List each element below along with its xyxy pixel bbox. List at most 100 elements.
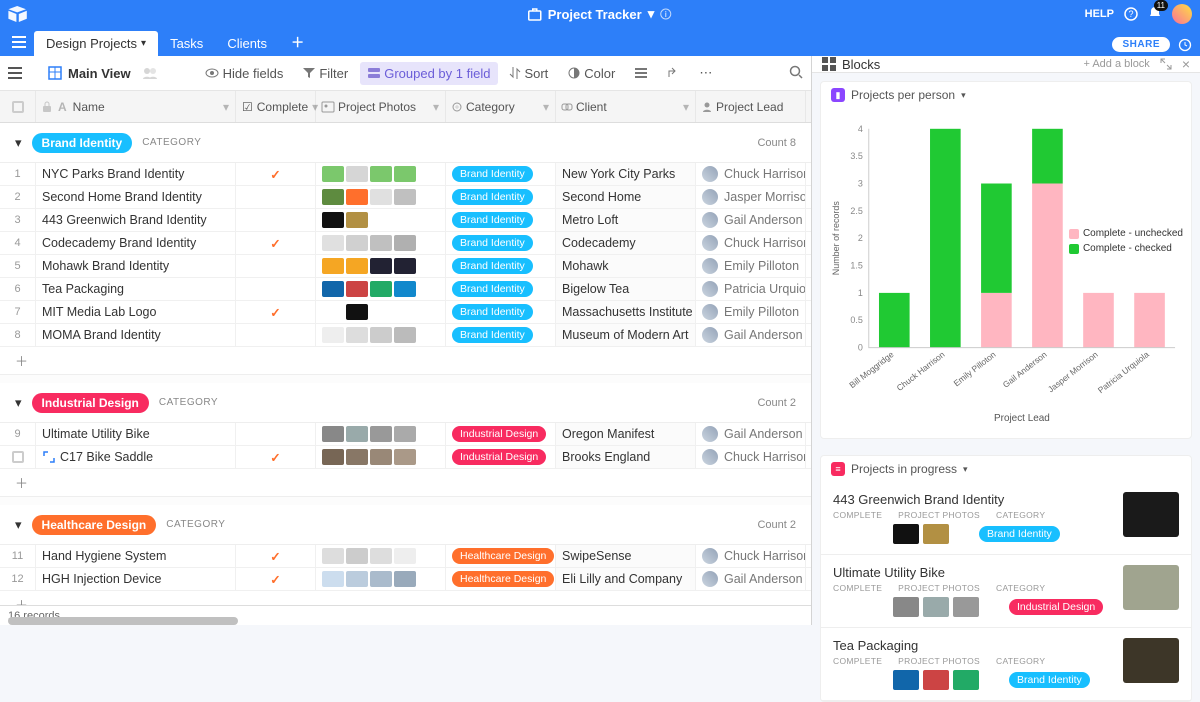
table-row[interactable]: 11 Hand Hygiene System ✓ Healthcare Desi… [0, 545, 811, 568]
photo-thumb[interactable] [370, 548, 392, 564]
photo-thumb[interactable] [322, 235, 344, 251]
user-avatar[interactable] [1172, 4, 1192, 24]
cell-category[interactable]: Industrial Design [446, 423, 556, 445]
cell-photos[interactable] [316, 255, 446, 277]
photo-thumb[interactable] [370, 281, 392, 297]
cell-category[interactable]: Healthcare Design [446, 568, 556, 590]
select-all-checkbox[interactable] [12, 101, 24, 113]
cell-photos[interactable] [316, 232, 446, 254]
tab-design-projects[interactable]: Design Projects▾ [34, 31, 158, 56]
cell-lead[interactable]: Patricia Urquiola [696, 278, 806, 300]
photo-thumb[interactable] [346, 327, 368, 343]
cell-photos[interactable] [316, 209, 446, 231]
rows-container[interactable]: ▾Brand IdentityCATEGORYCount 8 1 NYC Par… [0, 123, 811, 605]
cell-category[interactable]: Brand Identity [446, 301, 556, 323]
row-number[interactable]: 8 [0, 324, 36, 346]
notifications-button[interactable]: 11 [1148, 6, 1162, 23]
horizontal-scrollbar[interactable] [8, 617, 238, 625]
progress-item[interactable]: Tea Packaging COMPLETEPROJECT PHOTOSCATE… [821, 628, 1191, 701]
cell-category[interactable]: Brand Identity [446, 278, 556, 300]
expand-record-icon[interactable] [42, 450, 56, 464]
cell-photos[interactable] [316, 423, 446, 445]
group-header[interactable]: ▾Industrial DesignCATEGORYCount 2 [0, 383, 811, 423]
progress-block-title[interactable]: Projects in progress [851, 462, 957, 476]
photo-thumb[interactable] [322, 426, 344, 442]
more-button[interactable]: ⋯ [691, 61, 720, 85]
cell-client[interactable]: Brooks England [556, 446, 696, 468]
photo-thumb[interactable] [394, 235, 416, 251]
hide-fields-button[interactable]: Hide fields [197, 62, 292, 85]
photo-thumb[interactable] [322, 571, 344, 587]
add-block-button[interactable]: + Add a block [1083, 58, 1149, 70]
photo-thumb[interactable] [370, 235, 392, 251]
photo-thumb[interactable] [322, 258, 344, 274]
photo-thumb[interactable] [394, 189, 416, 205]
views-list-icon[interactable] [8, 67, 22, 79]
tab-tasks[interactable]: Tasks [158, 31, 215, 56]
column-lead[interactable]: Project Lead [696, 91, 806, 122]
cell-category[interactable]: Brand Identity [446, 209, 556, 231]
add-row-button[interactable]: ＋ [0, 347, 811, 375]
cell-lead[interactable]: Chuck Harrison [696, 232, 806, 254]
cell-name[interactable]: Second Home Brand Identity [36, 186, 236, 208]
photo-thumb[interactable] [370, 258, 392, 274]
cell-photos[interactable] [316, 301, 446, 323]
table-row[interactable]: 6 Tea Packaging Brand Identity Bigelow T… [0, 278, 811, 301]
cell-complete[interactable] [236, 324, 316, 346]
add-table-button[interactable]: ＋ [279, 27, 316, 56]
color-button[interactable]: Color [560, 62, 623, 85]
group-button[interactable]: Grouped by 1 field [360, 62, 498, 85]
photo-thumb[interactable] [346, 189, 368, 205]
cell-lead[interactable]: Chuck Harrison [696, 545, 806, 567]
cell-category[interactable]: Brand Identity [446, 163, 556, 185]
cell-name[interactable]: NYC Parks Brand Identity [36, 163, 236, 185]
table-row[interactable]: C17 Bike Saddle ✓ Industrial Design Broo… [0, 446, 811, 469]
expand-icon[interactable] [1160, 58, 1172, 70]
menu-button[interactable] [8, 31, 30, 53]
table-row[interactable]: 5 Mohawk Brand Identity Brand Identity M… [0, 255, 811, 278]
collapse-icon[interactable]: ▾ [15, 135, 22, 151]
cell-photos[interactable] [316, 324, 446, 346]
photo-thumb[interactable] [322, 327, 344, 343]
cell-complete[interactable] [236, 255, 316, 277]
cell-name[interactable]: Codecademy Brand Identity [36, 232, 236, 254]
cell-photos[interactable] [316, 545, 446, 567]
cell-lead[interactable]: Gail Anderson [696, 423, 806, 445]
cell-lead[interactable]: Chuck Harrison [696, 163, 806, 185]
cell-client[interactable]: New York City Parks [556, 163, 696, 185]
history-icon[interactable] [1178, 38, 1192, 52]
photo-thumb[interactable] [346, 304, 368, 320]
column-name[interactable]: A Name▾ [36, 91, 236, 122]
table-row[interactable]: 8 MOMA Brand Identity Brand Identity Mus… [0, 324, 811, 347]
chevron-down-icon[interactable]: ▾ [961, 90, 966, 101]
sort-button[interactable]: Sort [502, 62, 556, 85]
photo-thumb[interactable] [370, 449, 392, 465]
photo-thumb[interactable] [394, 571, 416, 587]
cell-complete[interactable] [236, 278, 316, 300]
cell-lead[interactable]: Gail Anderson [696, 568, 806, 590]
photo-thumb[interactable] [346, 426, 368, 442]
photo-thumb[interactable] [394, 449, 416, 465]
photo-thumb[interactable] [322, 449, 344, 465]
view-name[interactable]: Main View [48, 66, 131, 81]
column-client[interactable]: Client▾ [556, 91, 696, 122]
workspace-title[interactable]: Project Tracker ▾ i [528, 6, 672, 22]
photo-thumb[interactable] [394, 548, 416, 564]
cell-client[interactable]: Second Home [556, 186, 696, 208]
cell-client[interactable]: Oregon Manifest [556, 423, 696, 445]
cell-category[interactable]: Healthcare Design [446, 545, 556, 567]
photo-thumb[interactable] [346, 449, 368, 465]
row-number[interactable] [0, 446, 36, 468]
cell-lead[interactable]: Emily Pilloton [696, 301, 806, 323]
cell-name[interactable]: Tea Packaging [36, 278, 236, 300]
column-category[interactable]: Category▾ [446, 91, 556, 122]
photo-thumb[interactable] [394, 426, 416, 442]
photo-thumb[interactable] [394, 327, 416, 343]
cell-complete[interactable]: ✓ [236, 568, 316, 590]
help-icon[interactable]: ? [1124, 7, 1138, 21]
cell-client[interactable]: Metro Loft [556, 209, 696, 231]
cell-photos[interactable] [316, 568, 446, 590]
photo-thumb[interactable] [346, 212, 368, 228]
photo-thumb[interactable] [394, 166, 416, 182]
add-row-button[interactable]: ＋ [0, 469, 811, 497]
